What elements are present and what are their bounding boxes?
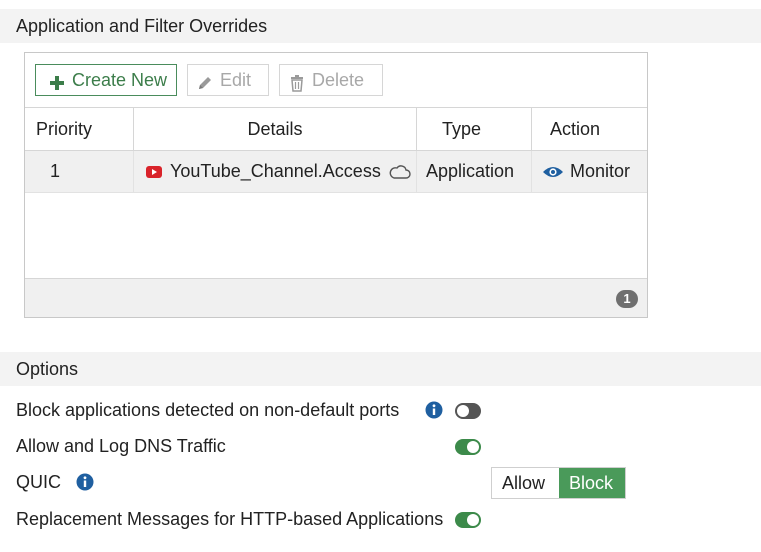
section-title-overrides: Application and Filter Overrides	[16, 16, 268, 36]
cell-type: Application	[417, 151, 532, 192]
table-row[interactable]: 1 YouTube_Channel.Access Application Mon…	[25, 151, 647, 193]
option-block-non-default-ports-label: Block applications detected on non-defau…	[16, 400, 400, 420]
delete-button[interactable]: Delete	[279, 64, 383, 96]
action-text: Monitor	[570, 161, 631, 181]
delete-label: Delete	[312, 70, 365, 90]
cell-priority: 1	[25, 151, 134, 192]
info-icon[interactable]	[76, 473, 94, 491]
plus-icon	[48, 71, 66, 90]
section-header-overrides: Application and Filter Overrides	[0, 9, 761, 43]
create-new-button[interactable]: Create New	[35, 64, 177, 96]
overrides-table-panel: Create New Edit Delete Priority Details …	[24, 52, 648, 318]
quic-block-option[interactable]: Block	[559, 468, 625, 498]
create-new-label: Create New	[72, 70, 168, 90]
cell-details: YouTube_Channel.Access	[134, 151, 417, 192]
row-count-badge: 1	[616, 290, 638, 308]
column-header-action[interactable]: Action	[532, 108, 647, 150]
allow-log-dns-toggle[interactable]	[455, 439, 481, 455]
option-allow-log-dns-label: Allow and Log DNS Traffic	[16, 436, 226, 456]
quic-segmented-control: Allow Block	[491, 467, 626, 499]
pencil-icon	[196, 71, 214, 89]
table-footer: 1	[25, 278, 647, 317]
info-icon[interactable]	[425, 401, 443, 419]
column-header-type[interactable]: Type	[417, 108, 532, 150]
column-header-priority[interactable]: Priority	[25, 108, 134, 150]
edit-button[interactable]: Edit	[187, 64, 269, 96]
table-toolbar: Create New Edit Delete	[25, 53, 647, 107]
section-title-options: Options	[16, 359, 79, 379]
toggle-knob	[467, 514, 479, 526]
toggle-knob	[457, 405, 469, 417]
table-header: Priority Details Type Action	[25, 107, 647, 151]
cell-action: Monitor	[532, 151, 647, 192]
quic-allow-option[interactable]: Allow	[492, 468, 559, 498]
option-replacement-messages-label: Replacement Messages for HTTP-based Appl…	[16, 509, 444, 529]
option-quic-label: QUIC	[16, 472, 61, 492]
edit-label: Edit	[220, 70, 252, 90]
details-text: YouTube_Channel.Access	[170, 161, 381, 181]
column-header-details[interactable]: Details	[134, 108, 417, 150]
block-non-default-ports-toggle[interactable]	[455, 403, 481, 419]
youtube-icon	[146, 165, 162, 178]
section-header-options: Options	[0, 352, 761, 386]
trash-icon	[288, 71, 306, 92]
toggle-knob	[467, 441, 479, 453]
eye-icon	[542, 165, 564, 179]
replacement-messages-toggle[interactable]	[455, 512, 481, 528]
cloud-icon	[389, 164, 411, 180]
